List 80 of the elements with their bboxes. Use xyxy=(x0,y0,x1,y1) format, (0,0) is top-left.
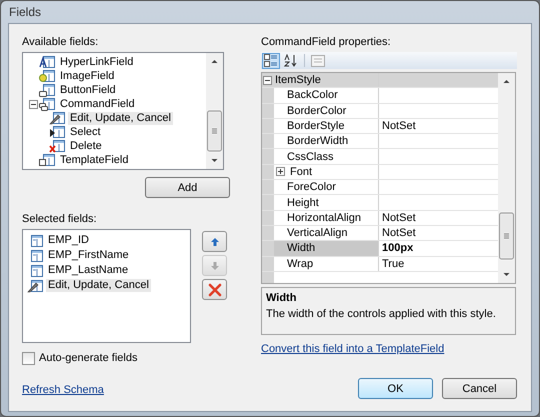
delete-field-icon xyxy=(49,139,65,153)
property-name[interactable]: CssClass xyxy=(274,149,379,164)
property-row[interactable]: BorderColor xyxy=(262,104,498,119)
pencil-field-icon xyxy=(27,278,43,292)
template-field-icon xyxy=(39,153,55,167)
down-arrow-icon xyxy=(210,260,220,270)
property-name[interactable]: VerticalAlign xyxy=(274,226,379,240)
collapse-icon[interactable] xyxy=(263,76,272,85)
letter-a-field-icon xyxy=(39,55,55,69)
property-row[interactable]: CssClass xyxy=(262,149,498,165)
categorized-icon xyxy=(264,54,278,67)
image-field-icon xyxy=(39,69,55,83)
checkbox[interactable] xyxy=(22,352,35,364)
pencil-field-icon xyxy=(49,111,65,125)
property-value[interactable]: NotSet xyxy=(382,226,416,240)
list-item[interactable]: EMP_FirstName xyxy=(46,249,131,262)
field-label: Available fields: xyxy=(22,35,100,50)
buttons-field-icon xyxy=(39,97,55,111)
property-name[interactable]: BorderColor xyxy=(274,104,379,118)
tree-item[interactable]: TemplateField xyxy=(58,154,130,166)
property-row[interactable]: Wrap True xyxy=(262,256,498,272)
list-item[interactable]: EMP_LastName xyxy=(46,264,130,277)
property-name[interactable]: BorderStyle xyxy=(274,118,379,134)
property-value[interactable]: 100px xyxy=(382,241,414,256)
property-row[interactable]: Width 100px xyxy=(262,241,498,257)
tree-item[interactable]: ImageField xyxy=(58,70,116,82)
property-row[interactable]: BorderStyle NotSet xyxy=(262,118,498,134)
add-button[interactable]: Add xyxy=(145,177,230,198)
property-value[interactable]: NotSet xyxy=(382,119,416,134)
available-fields-tree[interactable]: HyperLinkField ImageField ButtonField CommandField Edit, Update, Cancel Select Delete TemplateField xyxy=(22,52,224,170)
arrow-field-icon xyxy=(49,125,65,139)
button-field-icon xyxy=(39,83,55,97)
property-name[interactable]: Width xyxy=(274,241,379,256)
property-value[interactable]: NotSet xyxy=(382,210,416,225)
selected-fields-list[interactable]: EMP_ID EMP_FirstName EMP_LastName Edit, Update, Cancel xyxy=(22,229,191,343)
refresh-schema-link[interactable]: Refresh Schema xyxy=(22,384,104,396)
checkbox-label: Auto-generate fields xyxy=(39,352,138,364)
property-value[interactable]: True xyxy=(382,256,404,271)
field-label: CommandField properties: xyxy=(261,35,392,50)
property-pages-icon xyxy=(311,54,325,66)
tree-item[interactable]: Select xyxy=(68,126,103,138)
delete-icon xyxy=(208,282,222,296)
convert-template-link[interactable]: Convert this field into a TemplateField xyxy=(261,343,444,355)
toolbar-button[interactable] xyxy=(262,52,280,68)
property-row[interactable]: Height xyxy=(262,195,498,211)
field-label: Selected fields: xyxy=(22,212,98,227)
property-row[interactable]: BackColor xyxy=(262,88,498,104)
property-row[interactable]: ForeColor xyxy=(262,180,498,196)
sort-icon xyxy=(284,54,298,67)
list-item[interactable]: EMP_ID xyxy=(46,234,91,247)
property-name[interactable]: ItemStyle xyxy=(274,73,379,88)
description-title: Width xyxy=(266,291,298,305)
property-row[interactable]: BorderWidth xyxy=(262,134,498,150)
ok-button[interactable]: OK xyxy=(358,378,433,399)
expand-icon[interactable] xyxy=(276,167,285,176)
up-arrow-icon xyxy=(210,236,220,246)
property-name[interactable]: HorizontalAlign xyxy=(274,210,379,225)
property-name[interactable]: Height xyxy=(274,195,379,210)
scrollbar[interactable] xyxy=(498,73,515,283)
tree-item[interactable]: Delete xyxy=(68,140,104,152)
remove-button[interactable] xyxy=(202,279,227,300)
tree-item[interactable]: HyperLinkField xyxy=(58,56,136,68)
property-name[interactable]: BackColor xyxy=(274,88,379,103)
property-name[interactable]: ForeColor xyxy=(274,180,379,194)
scrollbar[interactable] xyxy=(206,53,223,169)
category-row[interactable]: ItemStyle xyxy=(262,73,498,88)
collapse-icon[interactable] xyxy=(29,100,38,108)
description-text: The width of the controls applied with this style. xyxy=(266,307,497,321)
move-up-button[interactable] xyxy=(202,231,227,252)
tree-item[interactable]: ButtonField xyxy=(58,84,118,96)
tree-item[interactable]: Edit, Update, Cancel xyxy=(68,112,173,124)
property-name[interactable]: BorderWidth xyxy=(274,134,379,148)
property-row[interactable]: HorizontalAlign NotSet xyxy=(262,210,498,226)
property-row[interactable]: Font xyxy=(262,164,498,180)
window-title: Fields xyxy=(8,4,42,21)
list-item[interactable]: Edit, Update, Cancel xyxy=(46,279,151,292)
tree-item[interactable]: CommandField xyxy=(58,98,137,110)
property-name[interactable]: Wrap xyxy=(274,256,379,271)
property-name[interactable]: Font xyxy=(274,164,379,180)
cancel-button[interactable]: Cancel xyxy=(442,378,517,399)
